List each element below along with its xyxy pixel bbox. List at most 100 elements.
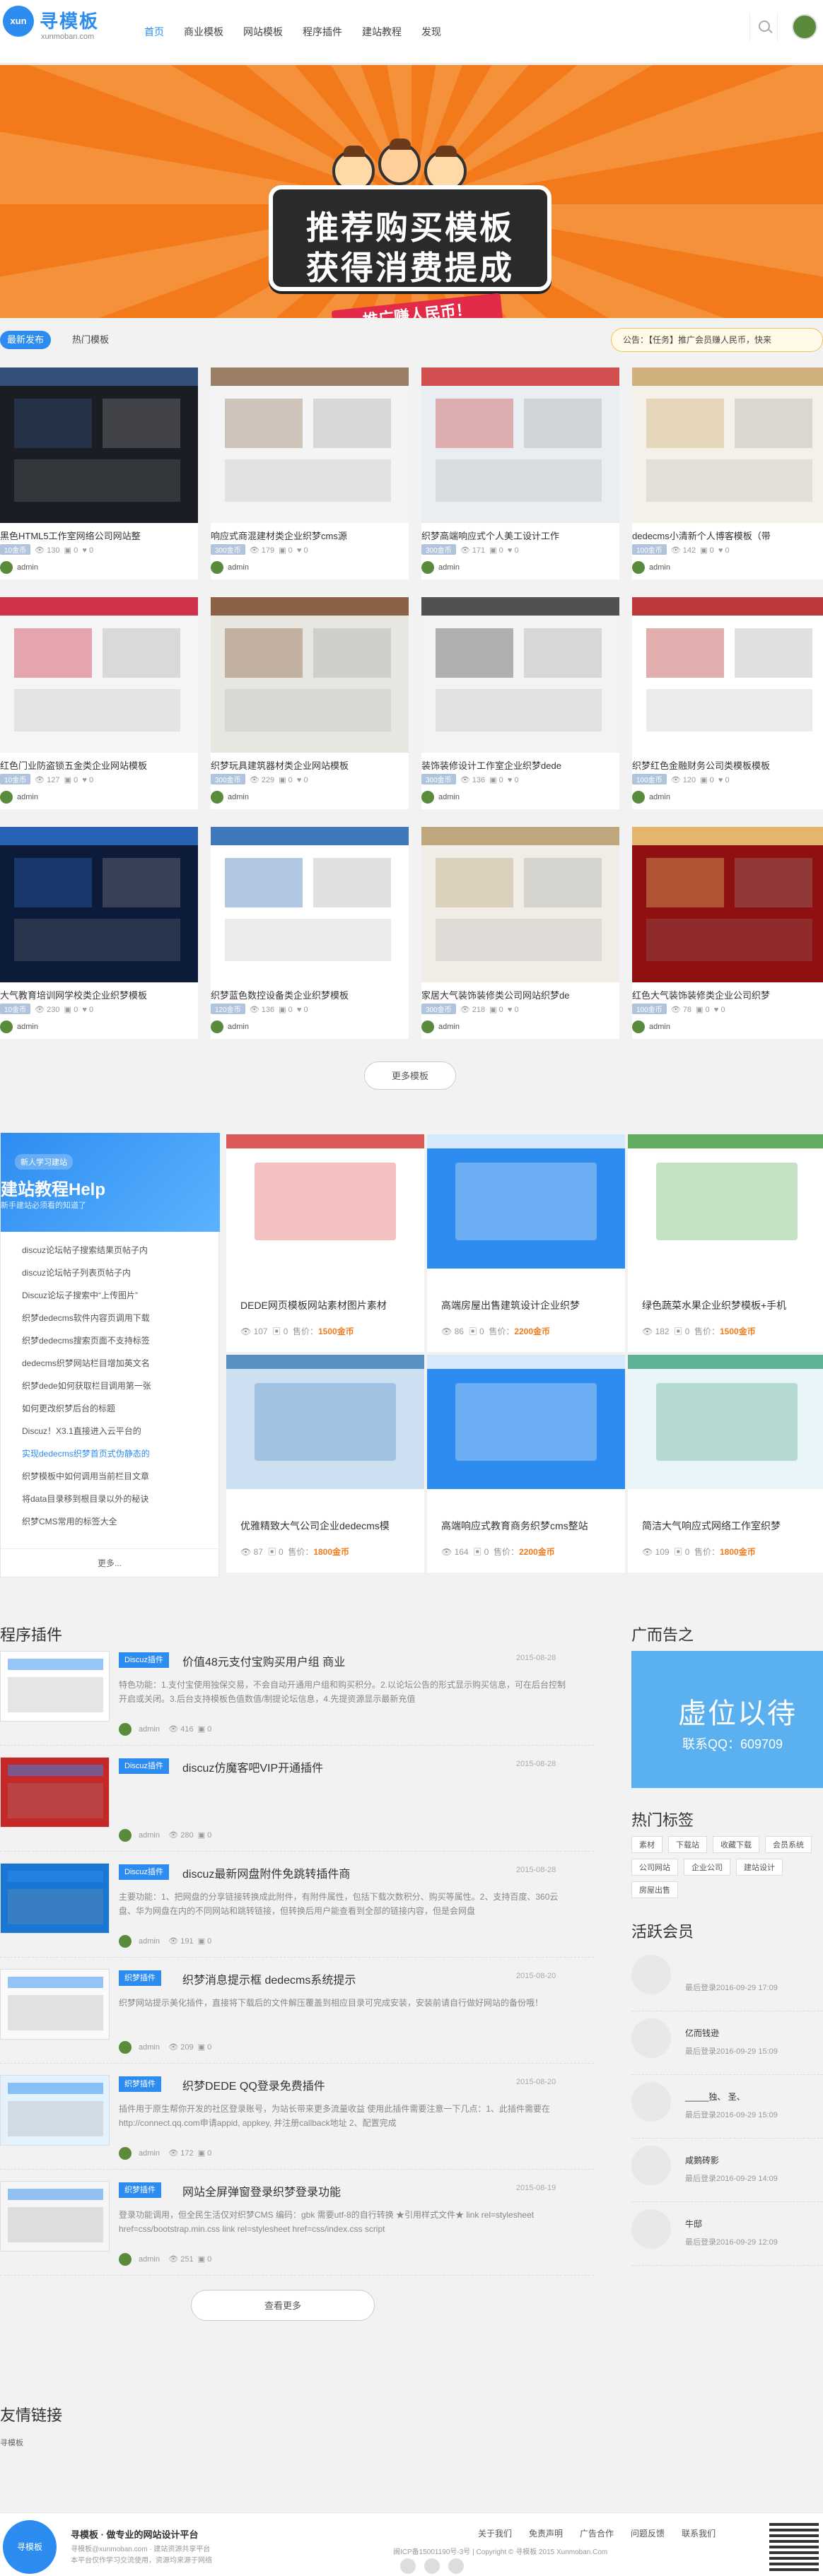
wechat-icon[interactable] — [424, 2558, 440, 2574]
member-avatar[interactable] — [631, 2082, 671, 2122]
template-author[interactable]: admin — [632, 1021, 670, 1033]
premium-title[interactable]: 绿色蔬菜水果企业织梦模板+手机 — [642, 1298, 819, 1312]
plugin-title[interactable]: 价值48元支付宝购买用户组 商业 — [182, 1652, 345, 1669]
plugin-item[interactable]: Discuz插件 discuz最新网盘附件免跳转插件商 2015-08-28 主… — [0, 1859, 594, 1958]
member-avatar[interactable] — [631, 1955, 671, 1994]
tag-item[interactable]: 素材 — [631, 1836, 663, 1853]
premium-title[interactable]: 简洁大气响应式网络工作室织梦 — [642, 1519, 819, 1533]
premium-thumbnail[interactable] — [427, 1355, 625, 1489]
help-item[interactable]: discuz论坛帖子列表页帖子内 — [22, 1261, 213, 1284]
plugin-thumbnail[interactable] — [0, 2075, 110, 2146]
template-thumbnail[interactable] — [0, 827, 198, 982]
premium-thumbnail[interactable] — [427, 1134, 625, 1269]
premium-title[interactable]: 高端响应式教育商务织梦cms整站 — [441, 1519, 618, 1533]
plugin-thumbnail[interactable] — [0, 1863, 110, 1934]
premium-card[interactable]: 绿色蔬菜水果企业织梦模板+手机 👁 182 ▣ 0 售价：1500金币 — [628, 1134, 823, 1352]
plugin-category-tag[interactable]: Discuz插件 — [119, 1652, 170, 1668]
template-card[interactable]: dedecms小清新个人博客模板（带 100金币 👁 142 ▣ 0 ♥ 0 ad… — [632, 367, 823, 580]
tag-item[interactable]: 房屋出售 — [631, 1881, 678, 1898]
notice-bar[interactable]: 公告：【任务】推广会员赚人民币，快来 — [611, 328, 823, 352]
template-card[interactable]: 响应式商混建材类企业织梦cms源 300金币 👁 179 ▣ 0 ♥ 0 admi… — [211, 367, 409, 580]
member-name[interactable]: 牛邸 — [685, 2218, 702, 2230]
template-author[interactable]: admin — [211, 561, 249, 574]
template-thumbnail[interactable] — [632, 597, 823, 753]
template-thumbnail[interactable] — [632, 367, 823, 523]
template-author[interactable]: admin — [632, 791, 670, 804]
tab-hot[interactable]: 热门模板 — [65, 331, 116, 349]
footer-logo[interactable]: 寻模板 — [3, 2520, 57, 2574]
plugin-title[interactable]: 织梦DEDE QQ登录免费插件 — [182, 2076, 325, 2093]
site-logo[interactable]: xun — [3, 6, 34, 37]
premium-card[interactable]: DEDE网页模板网站素材图片素材 👁 107 ▣ 0 售价：1500金币 — [226, 1134, 424, 1352]
ad-slot[interactable]: 虚位以待 联系QQ：609709 — [631, 1651, 823, 1788]
footer-link[interactable]: 广告合作 — [580, 2527, 614, 2539]
more-plugins-button[interactable]: 查看更多 — [191, 2290, 375, 2321]
tab-latest[interactable]: 最新发布 — [0, 331, 52, 349]
plugin-thumbnail[interactable] — [0, 2181, 110, 2252]
template-author[interactable]: admin — [0, 561, 38, 574]
template-title[interactable]: 黑色HTML5工作室网络公司网站整 — [0, 529, 198, 542]
template-author[interactable]: admin — [632, 561, 670, 574]
nav-plugins[interactable]: 程序插件 — [293, 21, 352, 42]
template-author[interactable]: admin — [421, 1021, 460, 1033]
premium-thumbnail[interactable] — [226, 1134, 424, 1269]
template-card[interactable]: 红色大气装饰装修类企业公司织梦 100金币 👁 78 ▣ 0 ♥ 0 admin — [632, 827, 823, 1039]
template-thumbnail[interactable] — [421, 597, 619, 753]
help-more-link[interactable]: 更多... — [1, 1548, 218, 1577]
user-avatar[interactable] — [792, 14, 817, 40]
tag-item[interactable]: 公司网站 — [631, 1859, 678, 1876]
template-title[interactable]: 织梦蓝色数控设备类企业织梦模板 — [211, 988, 409, 1001]
plugin-item[interactable]: 织梦插件 织梦消息提示框 dedecms系统提示 2015-08-20 织梦网站… — [0, 1965, 594, 2064]
help-item[interactable]: 织梦CMS常用的标签大全 — [22, 1510, 213, 1533]
plugin-category-tag[interactable]: Discuz插件 — [119, 1758, 170, 1774]
template-thumbnail[interactable] — [211, 597, 409, 753]
template-card[interactable]: 织梦玩具建筑器材类企业网站模板 300金币 👁 229 ▣ 0 ♥ 0 admin — [211, 597, 409, 809]
template-thumbnail[interactable] — [0, 597, 198, 753]
member-name[interactable]: _____独、 圣、 — [685, 2090, 745, 2102]
tag-item[interactable]: 企业公司 — [684, 1859, 730, 1876]
premium-thumbnail[interactable] — [628, 1134, 823, 1269]
premium-card[interactable]: 优雅精致大气公司企业dedecms模 👁 87 ▣ 0 售价：1800金币 — [226, 1355, 424, 1572]
template-title[interactable]: 装饰装修设计工作室企业织梦dede — [421, 758, 619, 772]
nav-home[interactable]: 首页 — [134, 21, 174, 42]
help-item[interactable]: 实现dedecms织梦首页式伪静态的 — [22, 1442, 213, 1465]
help-item[interactable]: 织梦dede如何获取栏目调用第一张 — [22, 1375, 213, 1397]
plugin-title[interactable]: discuz仿魔客吧VIP开通插件 — [182, 1758, 323, 1775]
template-card[interactable]: 红色门业防盗锁五金类企业网站模板 10金币 👁 127 ▣ 0 ♥ 0 admin — [0, 597, 198, 809]
member-avatar[interactable] — [631, 2209, 671, 2249]
weibo-icon[interactable] — [400, 2558, 416, 2574]
template-author[interactable]: admin — [0, 1021, 38, 1033]
template-thumbnail[interactable] — [632, 827, 823, 982]
plugin-category-tag[interactable]: 织梦插件 — [119, 1970, 161, 1986]
template-title[interactable]: 家居大气装饰装修类公司网站织梦de — [421, 988, 619, 1001]
nav-commercial[interactable]: 商业模板 — [174, 21, 233, 42]
template-title[interactable]: 织梦高端响应式个人美工设计工作 — [421, 529, 619, 542]
member-item[interactable]: 最后登录2016-09-29 17:09 — [631, 1948, 823, 2011]
help-item[interactable]: discuz论坛帖子搜索结果页帖子内 — [22, 1239, 213, 1261]
qq-icon[interactable] — [448, 2558, 464, 2574]
member-item[interactable]: _____独、 圣、 最后登录2016-09-29 15:09 — [631, 2075, 823, 2139]
premium-thumbnail[interactable] — [226, 1355, 424, 1489]
member-name[interactable]: 亿而钱逊 — [685, 2027, 719, 2039]
template-author[interactable]: admin — [421, 561, 460, 574]
tag-item[interactable]: 建站设计 — [736, 1859, 783, 1876]
template-thumbnail[interactable] — [211, 827, 409, 982]
plugin-thumbnail[interactable] — [0, 1757, 110, 1828]
template-card[interactable]: 大气教育培训网学校类企业织梦模板 10金币 👁 230 ▣ 0 ♥ 0 admin — [0, 827, 198, 1039]
member-item[interactable]: 牛邸 最后登录2016-09-29 12:09 — [631, 2202, 823, 2266]
help-item[interactable]: Discuz论坛子搜索中“上传图片” — [22, 1284, 213, 1307]
help-item[interactable]: 如何更改织梦后台的标题 — [22, 1397, 213, 1420]
footer-link[interactable]: 免责声明 — [529, 2527, 563, 2539]
template-thumbnail[interactable] — [421, 827, 619, 982]
template-card[interactable]: 织梦高端响应式个人美工设计工作 300金币 👁 171 ▣ 0 ♥ 0 admin — [421, 367, 619, 580]
template-thumbnail[interactable] — [421, 367, 619, 523]
help-item[interactable]: dedecms织梦网站栏目增加英文名 — [22, 1352, 213, 1375]
tag-item[interactable]: 会员系统 — [765, 1836, 812, 1853]
template-title[interactable]: dedecms小清新个人博客模板（带 — [632, 529, 823, 542]
plugin-category-tag[interactable]: 织梦插件 — [119, 2182, 161, 2198]
template-author[interactable]: admin — [211, 1021, 249, 1033]
template-title[interactable]: 织梦玩具建筑器材类企业网站模板 — [211, 758, 409, 772]
premium-title[interactable]: DEDE网页模板网站素材图片素材 — [240, 1298, 417, 1312]
template-card[interactable]: 织梦蓝色数控设备类企业织梦模板 120金币 👁 136 ▣ 0 ♥ 0 admin — [211, 827, 409, 1039]
plugin-item[interactable]: 织梦插件 网站全屏弹窗登录织梦登录功能 2015-08-19 登录功能调用，但全… — [0, 2177, 594, 2276]
